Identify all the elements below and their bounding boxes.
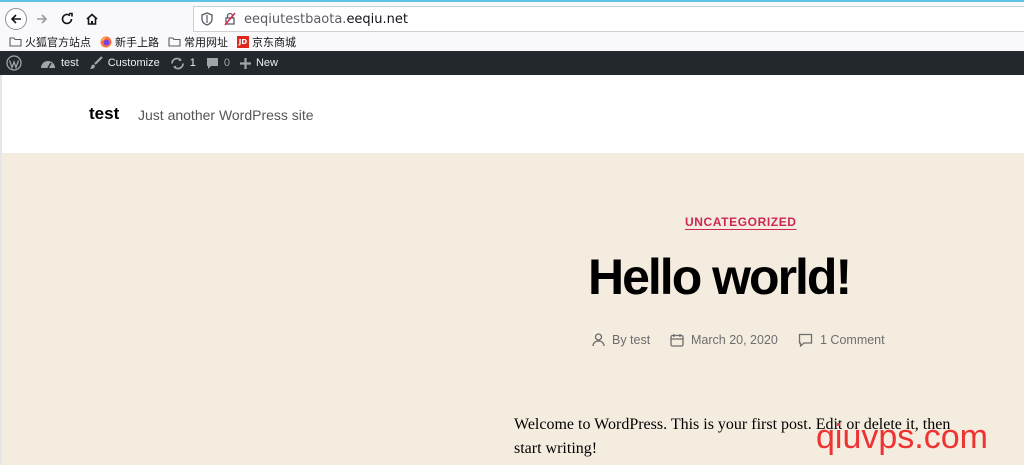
watermark: qiuvps.com <box>816 418 988 456</box>
back-button[interactable] <box>5 8 27 30</box>
bookmark-label: 新手上路 <box>115 35 159 49</box>
home-button[interactable] <box>81 8 103 30</box>
updates-link[interactable]: 1 <box>165 51 201 75</box>
person-icon <box>592 333 605 347</box>
post-category-link[interactable]: UNCATEGORIZED <box>685 215 797 229</box>
jd-icon: JD <box>237 35 249 48</box>
post-author[interactable]: By test <box>592 333 650 347</box>
post-comments[interactable]: 1 Comment <box>798 333 885 347</box>
post-date-label: March 20, 2020 <box>691 333 778 347</box>
reload-icon <box>61 12 73 25</box>
site-title[interactable]: test <box>89 104 119 124</box>
bookmark-getting-started[interactable]: 新手上路 <box>100 34 159 50</box>
wp-admin-bar: test Customize 1 0 New <box>0 51 1024 75</box>
site-name-label: test <box>61 57 79 69</box>
customize-link[interactable]: Customize <box>84 51 165 75</box>
calendar-icon <box>670 333 684 347</box>
bookmark-firefox-official[interactable]: 火狐官方站点 <box>9 34 91 50</box>
comment-icon <box>798 333 813 347</box>
post-date[interactable]: March 20, 2020 <box>670 333 778 347</box>
wp-logo-menu[interactable] <box>0 51 35 75</box>
bookmarks-toolbar: 火狐官方站点 新手上路 常用网址 JD 京东商城 <box>0 32 1024 51</box>
bookmark-label: 常用网址 <box>184 35 228 49</box>
bookmark-label: 火狐官方站点 <box>25 35 91 49</box>
site-header: test Just another WordPress site <box>0 75 1024 153</box>
new-content-menu[interactable]: New <box>235 51 283 75</box>
reload-button[interactable] <box>56 8 78 30</box>
bookmark-label: 京东商城 <box>252 35 296 49</box>
site-description: Just another WordPress site <box>138 107 314 123</box>
comments-count: 0 <box>223 57 230 69</box>
home-icon <box>86 13 98 25</box>
url-subdomain: eeqiutestbaota. <box>244 11 347 27</box>
firefox-icon <box>100 36 112 48</box>
url-domain: eeqiu.net <box>346 11 409 27</box>
post-title[interactable]: Hello world! <box>588 248 852 306</box>
arrow-left-icon <box>10 14 21 24</box>
browser-toolbar: eeqiutestbaota.eeqiu.net <box>0 0 1024 32</box>
post-author-label: By test <box>612 333 651 347</box>
wordpress-logo-icon <box>6 55 22 71</box>
bookmark-jd-mall[interactable]: JD 京东商城 <box>237 34 296 50</box>
customize-label: Customize <box>107 57 160 69</box>
updates-count: 1 <box>189 57 196 69</box>
insecure-lock-icon[interactable] <box>220 9 240 29</box>
forward-button[interactable] <box>31 8 53 30</box>
arrow-right-icon <box>37 14 48 24</box>
url-text[interactable]: eeqiutestbaota.eeqiu.net <box>244 12 408 27</box>
updates-icon <box>170 57 185 70</box>
comment-bubble-icon <box>206 57 219 70</box>
site-name-menu[interactable]: test <box>35 51 84 75</box>
post-comments-label: 1 Comment <box>820 333 885 347</box>
folder-icon <box>168 36 181 47</box>
paintbrush-icon <box>89 56 103 70</box>
bookmark-common-sites[interactable]: 常用网址 <box>168 34 228 50</box>
new-label: New <box>255 57 278 69</box>
comments-link[interactable]: 0 <box>201 51 235 75</box>
plus-icon <box>239 57 251 69</box>
dashboard-icon <box>40 57 56 69</box>
url-bar[interactable]: eeqiutestbaota.eeqiu.net <box>193 6 1024 32</box>
folder-icon <box>9 36 22 47</box>
shield-icon[interactable] <box>197 9 217 29</box>
